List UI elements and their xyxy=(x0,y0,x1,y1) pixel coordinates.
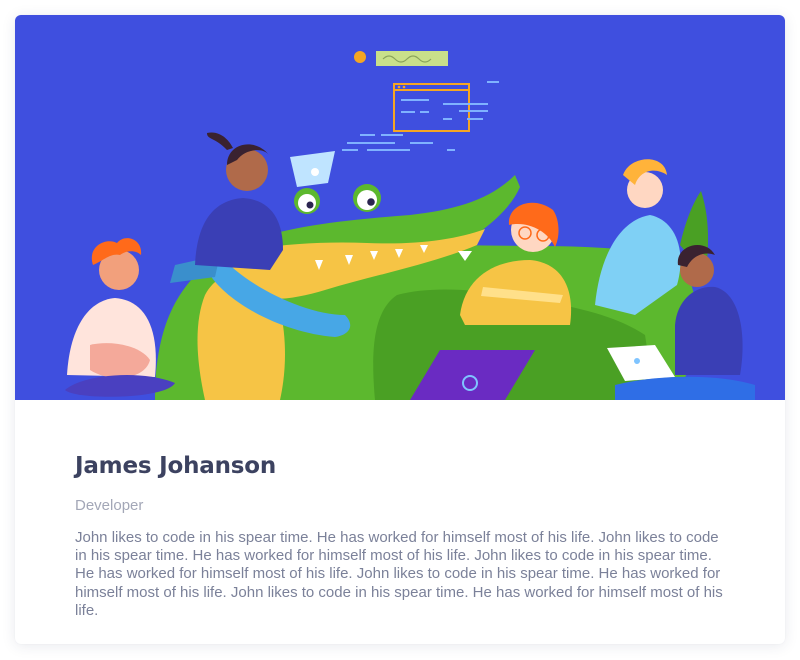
profile-role: Developer xyxy=(75,497,144,514)
hero-illustration xyxy=(15,15,785,400)
profile-bio: John likes to code in his spear time. He… xyxy=(75,529,723,619)
person-illustration xyxy=(595,159,681,315)
profile-name: James Johanson xyxy=(75,453,277,479)
code-lines-icon xyxy=(342,81,499,151)
profile-card: James Johanson Developer John likes to c… xyxy=(15,15,785,644)
